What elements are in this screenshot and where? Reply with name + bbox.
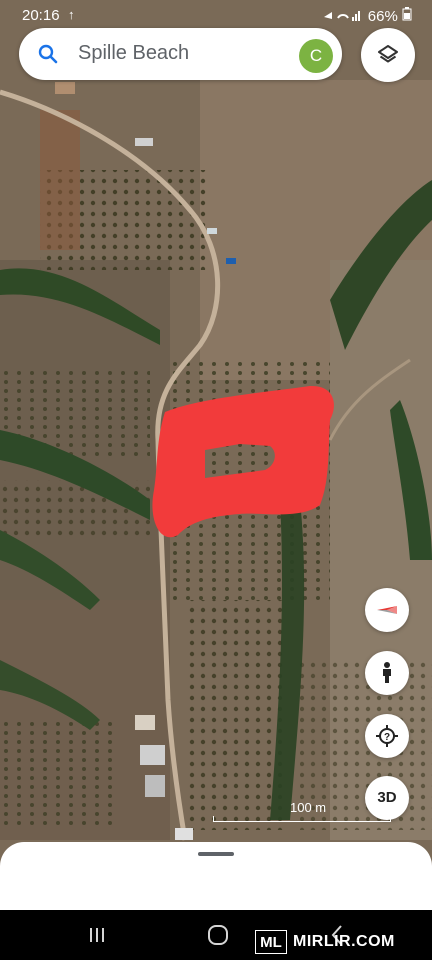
help-icon: ? [376, 725, 398, 747]
recent-apps-icon[interactable] [88, 926, 106, 944]
search-query[interactable]: Spille Beach [78, 42, 189, 65]
street-view-button[interactable] [365, 651, 409, 695]
account-avatar[interactable]: C [299, 39, 333, 73]
help-button[interactable]: ? [365, 714, 409, 758]
search-icon[interactable] [37, 43, 59, 65]
wifi-signal-icon [324, 11, 360, 21]
watermark-badge: ML [255, 930, 287, 954]
svg-text:?: ? [384, 732, 390, 743]
compass-icon [377, 606, 397, 614]
layers-icon [378, 45, 398, 63]
battery-percent: 66% [367, 8, 398, 25]
layers-button[interactable] [361, 28, 415, 82]
battery-icon [402, 7, 412, 21]
compass-button[interactable] [365, 588, 409, 632]
scale-bar: 100 m [213, 800, 391, 822]
home-icon[interactable] [207, 924, 229, 946]
scale-ruler [213, 816, 391, 822]
upload-icon: ↑ [68, 7, 75, 22]
signal-icons [322, 8, 364, 25]
scale-label: 100 m [290, 800, 327, 815]
search-bar[interactable]: Spille Beach C [19, 28, 342, 80]
battery-level: 66% [368, 7, 412, 25]
sheet-drag-handle[interactable] [198, 852, 234, 856]
bottom-sheet[interactable] [0, 842, 432, 910]
watermark: ML MIRLIR.COM [255, 930, 427, 956]
watermark-site: MIRLIR.COM [293, 933, 395, 950]
clock: 20:16 [22, 7, 60, 24]
pegman-icon [383, 662, 391, 683]
